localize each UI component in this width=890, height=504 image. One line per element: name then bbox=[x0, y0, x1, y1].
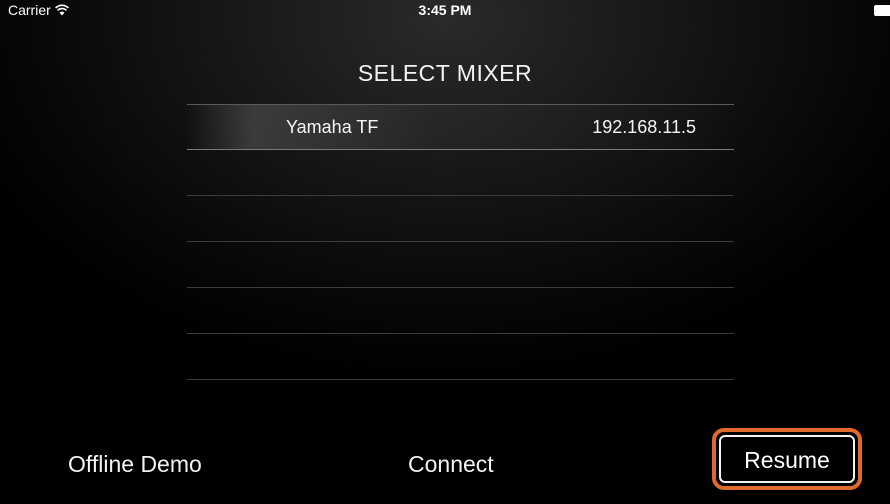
mixer-row-empty[interactable] bbox=[187, 288, 734, 334]
mixer-row[interactable]: Yamaha TF 192.168.11.5 bbox=[187, 104, 734, 150]
status-time: 3:45 PM bbox=[418, 2, 472, 18]
page-title: SELECT MIXER bbox=[357, 60, 533, 86]
resume-button[interactable]: Resume bbox=[712, 428, 862, 490]
offline-demo-button[interactable]: Offline Demo bbox=[68, 442, 202, 486]
battery-icon bbox=[874, 5, 890, 16]
mixer-row-empty[interactable] bbox=[187, 242, 734, 288]
mixer-row-empty[interactable] bbox=[187, 150, 734, 196]
resume-button-label: Resume bbox=[719, 435, 855, 483]
status-bar: Carrier 3:45 PM bbox=[0, 0, 890, 20]
connect-button[interactable]: Connect bbox=[408, 442, 494, 486]
mixer-list: Yamaha TF 192.168.11.5 bbox=[187, 104, 734, 386]
select-mixer-screen: Carrier 3:45 PM SELECT MIXER Yamaha TF 1… bbox=[0, 0, 890, 504]
mixer-row-empty[interactable] bbox=[187, 196, 734, 242]
mixer-name: Yamaha TF bbox=[286, 117, 379, 137]
mixer-ip: 192.168.11.5 bbox=[592, 117, 696, 137]
mixer-row-empty[interactable] bbox=[187, 334, 734, 380]
